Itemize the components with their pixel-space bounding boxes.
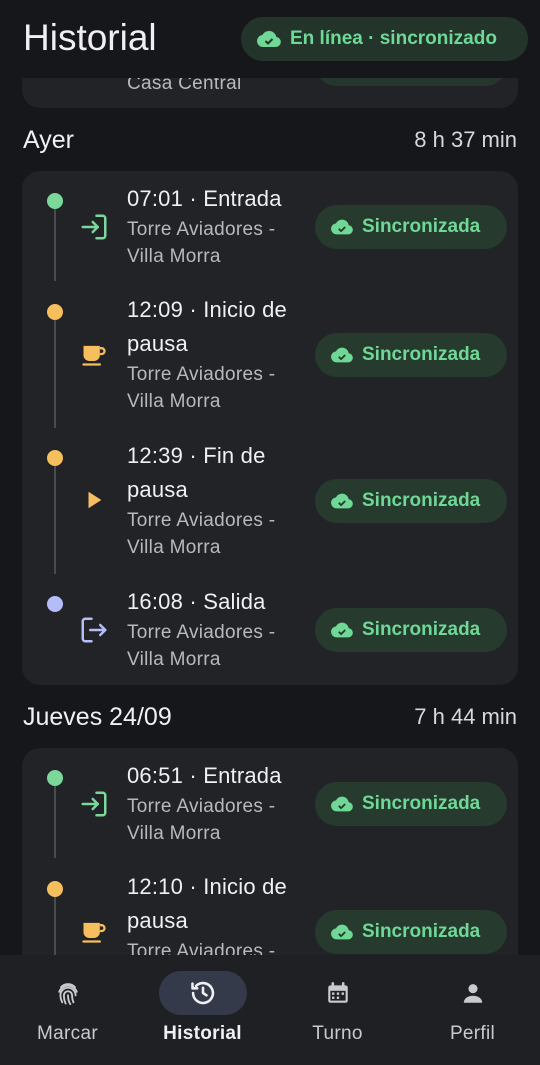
nav-item-marcar[interactable]: Marcar [0,955,135,1065]
sync-badge: Sincronizada [315,205,507,249]
app-header: Historial En línea · sincronizado [0,0,540,78]
nav-item-turno[interactable]: Turno [270,955,405,1065]
timeline-dot [47,596,63,612]
entry-location: Torre Aviadores - [127,941,276,955]
cloud-check-icon [257,30,281,47]
entry-location: Torre Aviadores - Villa Morra [127,796,276,844]
day-total: 8 h 37 min [414,127,517,152]
history-scroll-area[interactable]: Casa Central Ayer 8 h 37 min 07:01 · Ent… [0,0,540,955]
day-header: Jueves 24/09 7 h 44 min [23,699,517,735]
calendar-icon [327,982,348,1003]
login-icon [78,211,110,243]
logout-icon [78,614,110,646]
nav-label: Marcar [37,1023,98,1044]
entry-location: Torre Aviadores - Villa Morra [127,622,276,670]
nav-label: Historial [163,1023,242,1044]
timeline-dot [47,304,63,320]
sync-badge: Sincronizada [315,782,507,826]
history-icon [190,981,214,1005]
nav-item-perfil[interactable]: Perfil [405,955,540,1065]
day-total: 7 h 44 min [414,704,517,729]
day-header: Ayer 8 h 37 min [23,122,517,158]
day-name: Ayer [23,125,74,154]
day-card: 07:01 · Entrada Torre Aviadores - Villa … [22,171,518,685]
cloud-check-icon [331,493,353,509]
bottom-navigation: Marcar Historial Turno Perfil [0,955,540,1065]
play-icon [78,484,110,516]
day-card: 06:51 · Entrada Torre Aviadores - Villa … [22,748,518,955]
cloud-check-icon [331,796,353,812]
timeline-line [54,466,56,574]
login-icon [78,788,110,820]
entry-time: 12:09 · Inicio de pausa [127,297,287,356]
sync-badge: Sincronizada [315,333,507,377]
entry-time: 12:39 · Fin de pausa [127,443,266,502]
day-name: Jueves 24/09 [23,702,172,731]
nav-item-historial[interactable]: Historial [135,955,270,1065]
nav-label: Perfil [449,1023,496,1044]
entry-location: Torre Aviadores - Villa Morra [127,510,276,558]
cloud-check-icon [331,219,353,235]
timeline-line [54,209,56,281]
timeline-dot [47,193,63,209]
sync-badge: Sincronizada [315,608,507,652]
fingerprint-icon [57,983,78,1006]
entry-time: 07:01 · Entrada [127,186,282,211]
sync-status-text: En línea · sincronizado [290,28,497,49]
cloud-check-icon [331,622,353,638]
nav-label: Turno [312,1023,363,1044]
timeline-dot [47,450,63,466]
coffee-icon [78,338,110,370]
page-title: Historial [23,17,157,58]
sync-badge: Sincronizada [315,479,507,523]
sync-status-pill[interactable]: En línea · sincronizado [241,17,528,61]
person-icon [463,984,482,1003]
entry-time: 12:10 · Inicio de pausa [127,874,287,933]
entry-location: Torre Aviadores - Villa Morra [127,219,276,267]
coffee-icon [78,915,110,947]
cloud-check-icon [331,347,353,363]
timeline-line [54,786,56,858]
entry-time: 16:08 · Salida [127,589,266,614]
entry-time: 06:51 · Entrada [127,763,282,788]
timeline-line [54,320,56,428]
timeline-line [54,897,56,955]
sync-badge: Sincronizada [315,910,507,954]
timeline-dot [47,770,63,786]
entry-location: Torre Aviadores - Villa Morra [127,364,276,412]
timeline-dot [47,881,63,897]
cloud-check-icon [331,924,353,940]
